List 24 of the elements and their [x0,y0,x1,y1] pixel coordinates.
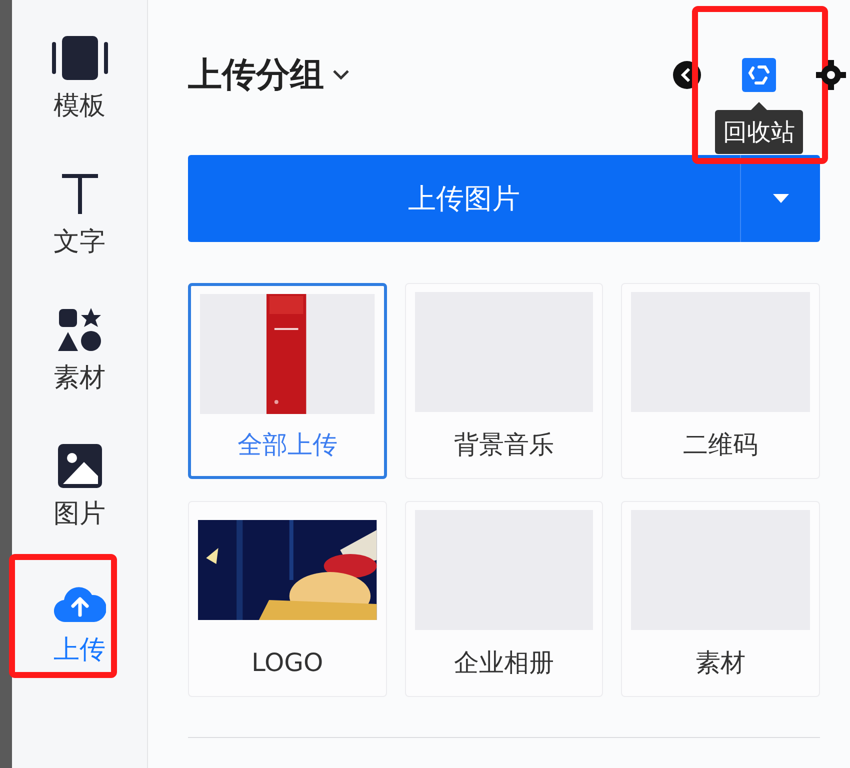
sidebar-item[interactable]: 文字 [34,168,124,258]
group-card[interactable]: 全部上传 [188,283,387,479]
chevron-down-icon[interactable] [332,69,350,81]
group-card[interactable]: 背景音乐 [404,283,604,479]
shapes-icon [58,308,102,352]
settings-icon[interactable] [816,60,846,90]
cloud-upload-icon [54,584,106,624]
caret-down-icon [772,194,788,204]
sidebar-item[interactable]: 上传 [34,576,124,666]
image-icon [58,444,102,488]
text-icon [60,172,100,216]
template-icon [52,36,108,80]
panel-title: 上传分组 [188,54,324,96]
recycle-bin-icon[interactable] [742,58,776,92]
group-card[interactable]: 二维码 [621,283,820,479]
tooltip: 回收站 [715,102,803,154]
group-card[interactable]: 企业相册 [404,501,604,697]
upload-image-button[interactable]: 上传图片 [188,155,740,242]
group-card[interactable]: LOGO [188,501,387,697]
sidebar-item[interactable]: 模板 [34,32,124,122]
sidebar-item[interactable]: 图片 [34,440,124,530]
back-icon[interactable] [672,60,702,90]
group-card[interactable]: 素材 [621,501,820,697]
sidebar-item[interactable]: 素材 [34,304,124,394]
